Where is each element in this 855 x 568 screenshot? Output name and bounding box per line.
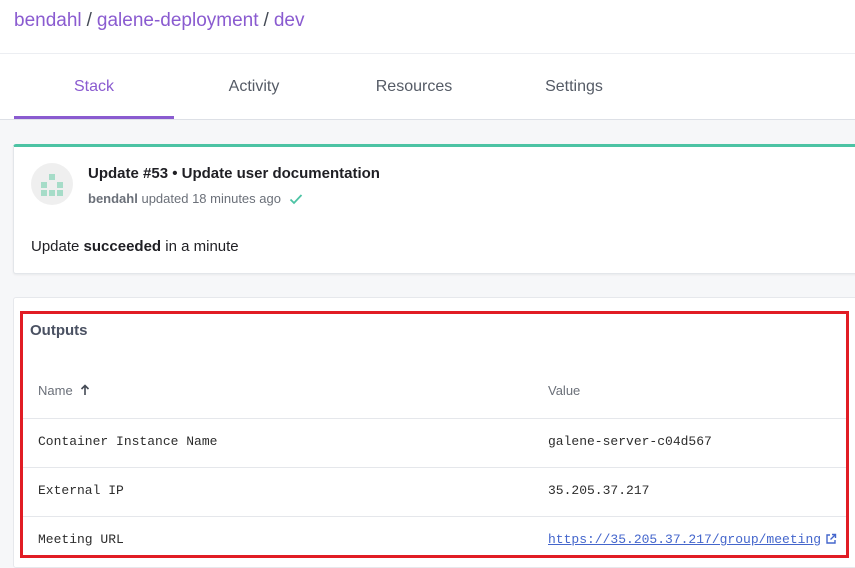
update-user[interactable]: bendahl — [88, 191, 138, 206]
update-meta: bendahl updated 18 minutes ago — [88, 191, 303, 206]
update-result-status: succeeded — [83, 238, 162, 255]
update-result-suffix: in a minute — [165, 238, 239, 255]
user-avatar[interactable] — [31, 163, 73, 205]
update-result: Update succeeded in a minute — [31, 238, 239, 255]
row-divider — [22, 418, 847, 419]
output-value-cell: galene-server-c04d567 — [548, 434, 712, 449]
breadcrumb: bendahl / galene-deployment / dev — [14, 10, 304, 32]
row-divider — [22, 467, 847, 468]
output-value-cell: https://35.205.37.217/group/meeting — [548, 532, 837, 547]
check-icon — [289, 194, 302, 205]
meeting-url-link[interactable]: https://35.205.37.217/group/meeting — [548, 532, 821, 547]
update-time: updated 18 minutes ago — [141, 191, 281, 206]
update-title[interactable]: Update #53 • Update user documentation — [88, 165, 380, 182]
row-divider — [22, 516, 847, 517]
breadcrumb-separator: / — [263, 10, 269, 31]
column-header-name-label: Name — [38, 383, 73, 398]
output-name-cell: Container Instance Name — [38, 434, 218, 449]
column-header-value[interactable]: Value — [548, 383, 580, 398]
identicon-icon — [41, 174, 63, 196]
breadcrumb-project-link[interactable]: galene-deployment — [97, 10, 259, 31]
outputs-title: Outputs — [30, 322, 88, 339]
outputs-card — [13, 297, 855, 568]
stack-tabs: Stack Activity Resources Settings — [14, 54, 855, 120]
output-name-cell: Meeting URL — [38, 532, 124, 547]
breadcrumb-org-link[interactable]: bendahl — [14, 10, 82, 31]
latest-update-card: Update #53 • Update user documentation b… — [13, 144, 855, 274]
breadcrumb-separator: / — [86, 10, 92, 31]
external-link-icon[interactable] — [825, 533, 837, 545]
header: bendahl / galene-deployment / dev Stack Acti… — [0, 0, 855, 120]
tab-resources[interactable]: Resources — [334, 54, 494, 119]
tab-stack[interactable]: Stack — [14, 54, 174, 119]
output-name-cell: External IP — [38, 483, 124, 498]
output-value-cell: 35.205.37.217 — [548, 483, 650, 498]
update-result-prefix: Update — [31, 238, 80, 255]
column-header-name[interactable]: Name — [38, 383, 90, 398]
tabs-divider — [0, 119, 855, 120]
tab-settings[interactable]: Settings — [494, 54, 654, 119]
breadcrumb-stack-link[interactable]: dev — [274, 10, 305, 31]
sort-ascending-icon — [81, 384, 90, 395]
tab-activity[interactable]: Activity — [174, 54, 334, 119]
